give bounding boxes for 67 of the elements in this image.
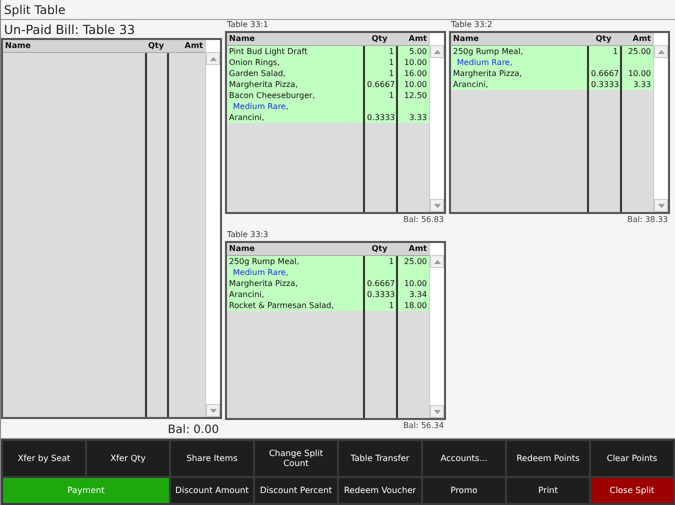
balance: Bal: 0.00	[166, 421, 220, 438]
window-title: Split Table	[4, 2, 66, 16]
balance: Bal: 38.33	[626, 214, 669, 226]
item-name: Margherita Pizza,	[228, 79, 299, 90]
column-header: Qty	[594, 33, 612, 45]
balance: Bal: 56.34	[402, 420, 445, 432]
item-name: Onion Rings,	[228, 57, 281, 68]
balance: Bal: 56.83	[402, 214, 445, 226]
action-button[interactable]: Print	[507, 478, 589, 503]
column-header: Name	[228, 33, 256, 45]
scroll-down-icon[interactable]	[210, 408, 216, 412]
split-list[interactable]: Name Qty Amt 250g Rump Meal, 1 25.00 Medium Rare, Margherita Pizza, 0.6667 10.00 Arancini, 0.3333 3.33	[449, 31, 670, 214]
action-button[interactable]: Redeem Points	[507, 441, 589, 476]
split-title: Table 33:2	[450, 20, 494, 31]
split-list[interactable]: Name Qty Amt 250g Rump Meal, 1 25.00 Medium Rare, Margherita Pizza, 0.6667 10.00 Arancini, 0.3333 3.34 Rocket & Parmesan Salad, 1 18.00	[225, 241, 446, 420]
action-button[interactable]: Promo	[423, 478, 505, 503]
scroll-up-icon[interactable]	[434, 50, 440, 54]
item-name: Margherita Pizza,	[228, 278, 299, 289]
bill-list[interactable]: Name Qty Amt	[1, 38, 222, 419]
action-button[interactable]: Change Split Count	[255, 441, 337, 476]
item-name: 250g Rump Meal,	[452, 46, 524, 57]
scroll-up-icon[interactable]	[434, 260, 440, 264]
column-header: Amt	[408, 33, 428, 45]
action-button[interactable]: Share Items	[171, 441, 253, 476]
column-header: Qty	[370, 243, 388, 255]
item-name: 250g Rump Meal,	[228, 256, 300, 267]
column-header: Amt	[408, 243, 428, 255]
item-name: Garden Salad,	[228, 68, 287, 79]
column-header: Amt	[184, 40, 204, 52]
column-header: Qty	[370, 33, 388, 45]
modifier-name: Medium Rare,	[232, 267, 290, 278]
split-title: Table 33:3	[226, 230, 270, 241]
scroll-down-icon[interactable]	[658, 204, 664, 208]
item-name: Pint Bud Light Draft	[228, 46, 308, 57]
item-name: Arancini,	[452, 79, 490, 90]
action-button[interactable]: Close Split	[591, 478, 673, 503]
action-button[interactable]: Xfer Qty	[87, 441, 169, 476]
action-button[interactable]: Discount Amount	[171, 478, 253, 503]
scrollbar[interactable]	[429, 243, 444, 418]
scroll-up-icon[interactable]	[210, 56, 216, 60]
action-button[interactable]: Clear Points	[591, 441, 673, 476]
column-header: Name	[228, 243, 256, 255]
column-header: Name	[452, 33, 480, 45]
column-header: Amt	[632, 33, 652, 45]
action-button[interactable]: Table Transfer	[339, 441, 421, 476]
item-name: Margherita Pizza,	[452, 68, 523, 79]
scroll-up-icon[interactable]	[658, 50, 664, 54]
split-list[interactable]: Name Qty Amt Pint Bud Light Draft 1 5.00 Onion Rings, 1 10.00 Garden Salad, 1 16.00 Margherita Pizza, 0.6667 10.00 Bacon Cheeseburger, 1 12.50 Medium Rare, Arancini, 0.3333 3.33	[225, 31, 446, 214]
scrollbar[interactable]	[429, 33, 444, 212]
column-header: Qty	[147, 40, 165, 52]
action-button[interactable]: Redeem Voucher	[339, 478, 421, 503]
scroll-down-icon[interactable]	[434, 204, 440, 208]
modifier-name: Medium Rare,	[232, 101, 290, 112]
scroll-down-icon[interactable]	[434, 410, 440, 414]
bill-title: Un-Paid Bill: Table 33	[3, 21, 136, 38]
item-name: Arancini,	[228, 289, 266, 300]
scrollbar[interactable]	[205, 40, 220, 417]
action-button[interactable]: Discount Percent	[255, 478, 337, 503]
action-button[interactable]: Xfer by Seat	[3, 441, 85, 476]
split-title: Table 33:1	[226, 20, 270, 31]
action-button[interactable]: Accounts...	[423, 441, 505, 476]
item-name: Rocket & Parmesan Salad,	[228, 300, 335, 311]
item-name: Arancini,	[228, 112, 266, 123]
item-name: Bacon Cheeseburger,	[228, 90, 316, 101]
column-header: Name	[4, 40, 32, 52]
scrollbar[interactable]	[653, 33, 668, 212]
modifier-name: Medium Rare,	[456, 57, 514, 68]
